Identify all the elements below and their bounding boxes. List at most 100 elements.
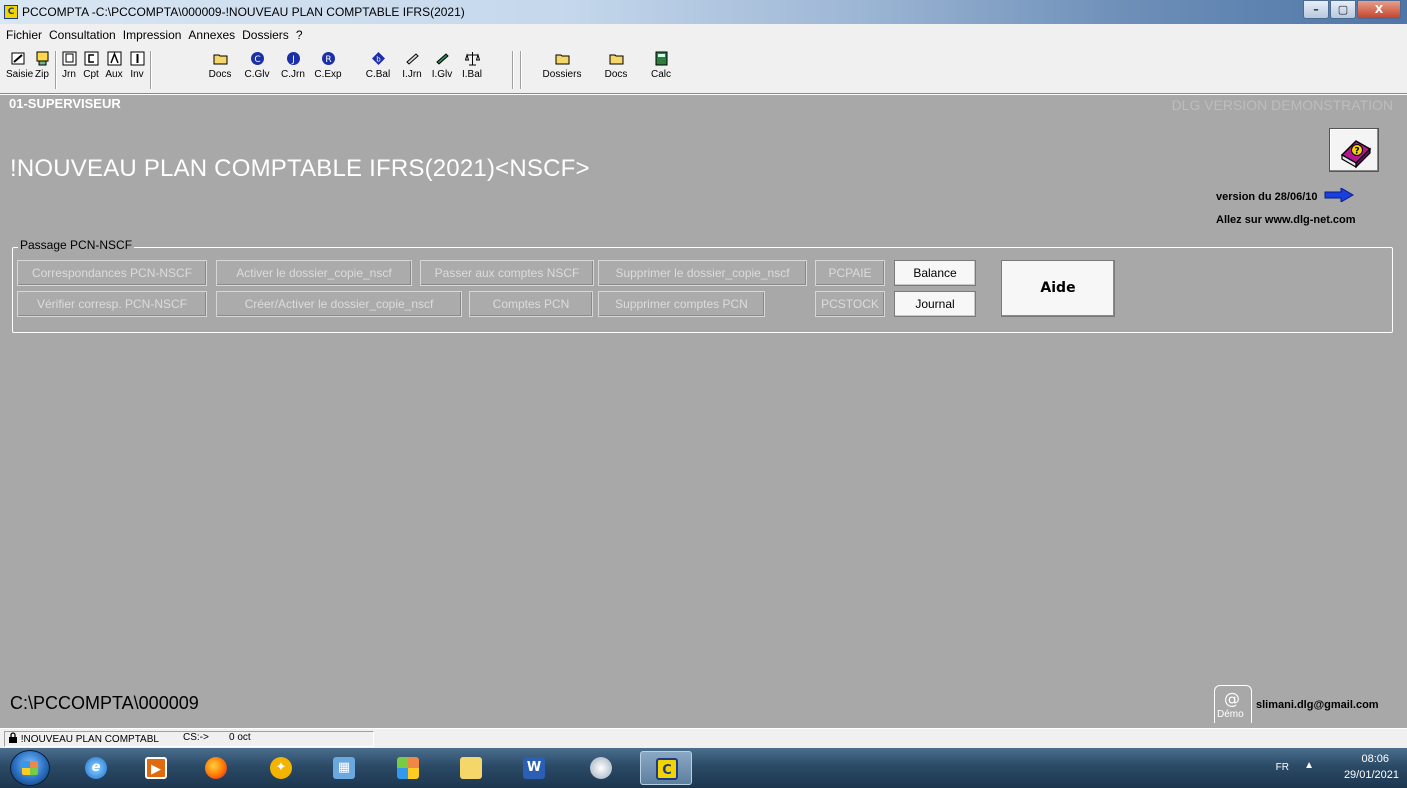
start-button[interactable] [10, 750, 50, 786]
toolbar-separator [520, 51, 522, 89]
mail-tab[interactable]: @ Démo [1214, 685, 1252, 723]
j-circle-icon: J [286, 52, 300, 65]
svg-text:?: ? [1354, 147, 1359, 157]
taskbar-app[interactable]: ✦ [255, 751, 307, 785]
taskbar-ie[interactable]: e [70, 751, 122, 785]
toolbar: Saisie Zip Jrn Cpt Aux Inv Docs C C.Glv … [0, 45, 1407, 94]
supprimer-comptes-button[interactable]: Supprimer comptes PCN [598, 291, 765, 317]
menu-bar: Fichier Consultation Impression Annexes … [0, 24, 1407, 45]
dossier-path: C:\PCCOMPTA\000009 [10, 693, 199, 713]
taskbar-pccompta[interactable]: C [640, 751, 692, 785]
toolbar-cglv-button[interactable]: C C.Glv [242, 51, 272, 91]
arrow-right-icon[interactable] [1324, 187, 1354, 203]
journal-button[interactable]: Journal [894, 291, 976, 317]
verifier-correspondances-button[interactable]: Vérifier corresp. PCN-NSCF [17, 291, 207, 317]
group-label: Passage PCN-NSCF [18, 238, 135, 252]
toolbar-aux-button[interactable]: Aux [103, 51, 125, 91]
taskbar-explorer[interactable]: ▦ [318, 751, 370, 785]
toolbar-cbal-button[interactable]: b C.Bal [363, 51, 393, 91]
toolbar-dossiers-button[interactable]: Dossiers [540, 51, 584, 91]
close-button[interactable]: X [1357, 0, 1401, 19]
zip-icon [36, 51, 48, 66]
menu-annexes[interactable]: Annexes [188, 28, 235, 42]
toolbar-inv-button[interactable]: Inv [127, 51, 147, 91]
pcpaie-button[interactable]: PCPAIE [815, 260, 885, 286]
toolbar-separator [150, 51, 152, 89]
toolbar-cpt-button[interactable]: Cpt [81, 51, 101, 91]
menu-impression[interactable]: Impression [123, 28, 182, 42]
pcstock-button[interactable]: PCSTOCK [815, 291, 885, 317]
inventory-icon [130, 51, 144, 66]
status-size: 0 oct [229, 732, 251, 743]
window-title-bar[interactable]: C PCCOMPTA -C:\PCCOMPTA\000009-!NOUVEAU … [0, 0, 1407, 24]
toolbar-docs-button[interactable]: Docs [207, 51, 233, 91]
menu-dossiers[interactable]: Dossiers [242, 28, 289, 42]
open-folder-icon [555, 54, 569, 65]
activer-dossier-button[interactable]: Activer le dossier_copie_nscf [216, 260, 412, 286]
clock-time[interactable]: 08:06 [1361, 753, 1389, 765]
app-icon: C [4, 5, 18, 19]
word-icon: W [523, 757, 545, 779]
gallery-icon [397, 757, 419, 779]
window-title: PCCOMPTA -C:\PCCOMPTA\000009-!NOUVEAU PL… [22, 5, 465, 19]
demo-version-label: DLG VERSION DEMONSTRATION [1171, 97, 1393, 113]
scales-icon [464, 52, 480, 66]
version-info: version du 28/06/10 [1216, 187, 1354, 203]
taskbar-firefox[interactable] [190, 751, 242, 785]
creer-activer-dossier-button[interactable]: Créer/Activer le dossier_copie_nscf [216, 291, 462, 317]
taskbar: e ▶ ✦ ▦ W C FR ▲ 08:06 29/01/2021 [0, 748, 1407, 788]
media-player-icon: ▶ [145, 757, 167, 779]
clock-date[interactable]: 29/01/2021 [1344, 769, 1399, 781]
menu-fichier[interactable]: Fichier [6, 28, 42, 42]
correspondances-button[interactable]: Correspondances PCN-NSCF [17, 260, 207, 286]
toolbar-ijrn-button[interactable]: I.Jrn [398, 51, 426, 91]
svg-text:b: b [376, 56, 381, 64]
window-controls: – ▢ X [1302, 0, 1401, 20]
aide-button[interactable]: Aide [1001, 260, 1115, 317]
toolbar-separator [55, 51, 57, 89]
menu-consultation[interactable]: Consultation [49, 28, 116, 42]
minimize-button[interactable]: – [1303, 0, 1329, 19]
toolbar-separator [512, 51, 514, 89]
menu-help[interactable]: ? [296, 28, 303, 42]
maximize-button[interactable]: ▢ [1330, 0, 1356, 19]
edit-icon [11, 52, 24, 65]
paint-icon [590, 757, 612, 779]
taskbar-word[interactable]: W [508, 751, 560, 785]
website-link[interactable]: Allez sur www.dlg-net.com [1216, 214, 1356, 226]
taskbar-folders[interactable] [445, 751, 497, 785]
folder-icon [460, 757, 482, 779]
toolbar-saisie-button[interactable]: Saisie [6, 51, 33, 91]
tray-expand-icon[interactable]: ▲ [1304, 760, 1314, 771]
toolbar-jrn-button[interactable]: Jrn [59, 51, 79, 91]
folder-icon [213, 54, 227, 65]
language-indicator[interactable]: FR [1276, 762, 1289, 773]
taskbar-media[interactable]: ▶ [130, 751, 182, 785]
balance-diamond-icon: b [371, 52, 385, 65]
toolbar-ibal-button[interactable]: I.Bal [458, 51, 486, 91]
current-user: 01-SUPERVISEUR [9, 96, 121, 111]
comptes-pcn-button[interactable]: Comptes PCN [469, 291, 593, 317]
help-book-button[interactable]: ? [1329, 128, 1379, 172]
supprimer-dossier-button[interactable]: Supprimer le dossier_copie_nscf [598, 260, 807, 286]
firefox-icon [205, 757, 227, 779]
contact-email[interactable]: slimani.dlg@gmail.com [1256, 699, 1379, 711]
toolbar-zip-button[interactable]: Zip [32, 51, 52, 91]
passer-comptes-button[interactable]: Passer aux comptes NSCF [420, 260, 594, 286]
journal-icon [62, 51, 76, 66]
main-panel: 01-SUPERVISEUR DLG VERSION DEMONSTRATION… [0, 94, 1407, 728]
svg-text:R: R [325, 55, 331, 65]
toolbar-docs2-button[interactable]: Docs [603, 51, 629, 91]
toolbar-iglv-button[interactable]: I.Glv [428, 51, 456, 91]
toolbar-calc-button[interactable]: Calc [649, 51, 673, 91]
toolbar-cjrn-button[interactable]: J C.Jrn [278, 51, 308, 91]
toolbar-cexp-button[interactable]: R C.Exp [313, 51, 343, 91]
calculator-icon [655, 51, 667, 66]
taskbar-gallery[interactable] [382, 751, 434, 785]
taskbar-paint[interactable] [575, 751, 627, 785]
balance-button[interactable]: Balance [894, 260, 976, 286]
at-icon: @ [1224, 689, 1240, 708]
folder-icon [609, 54, 623, 65]
auxiliary-icon [107, 51, 121, 66]
version-label: version du 28/06/10 [1216, 191, 1318, 203]
